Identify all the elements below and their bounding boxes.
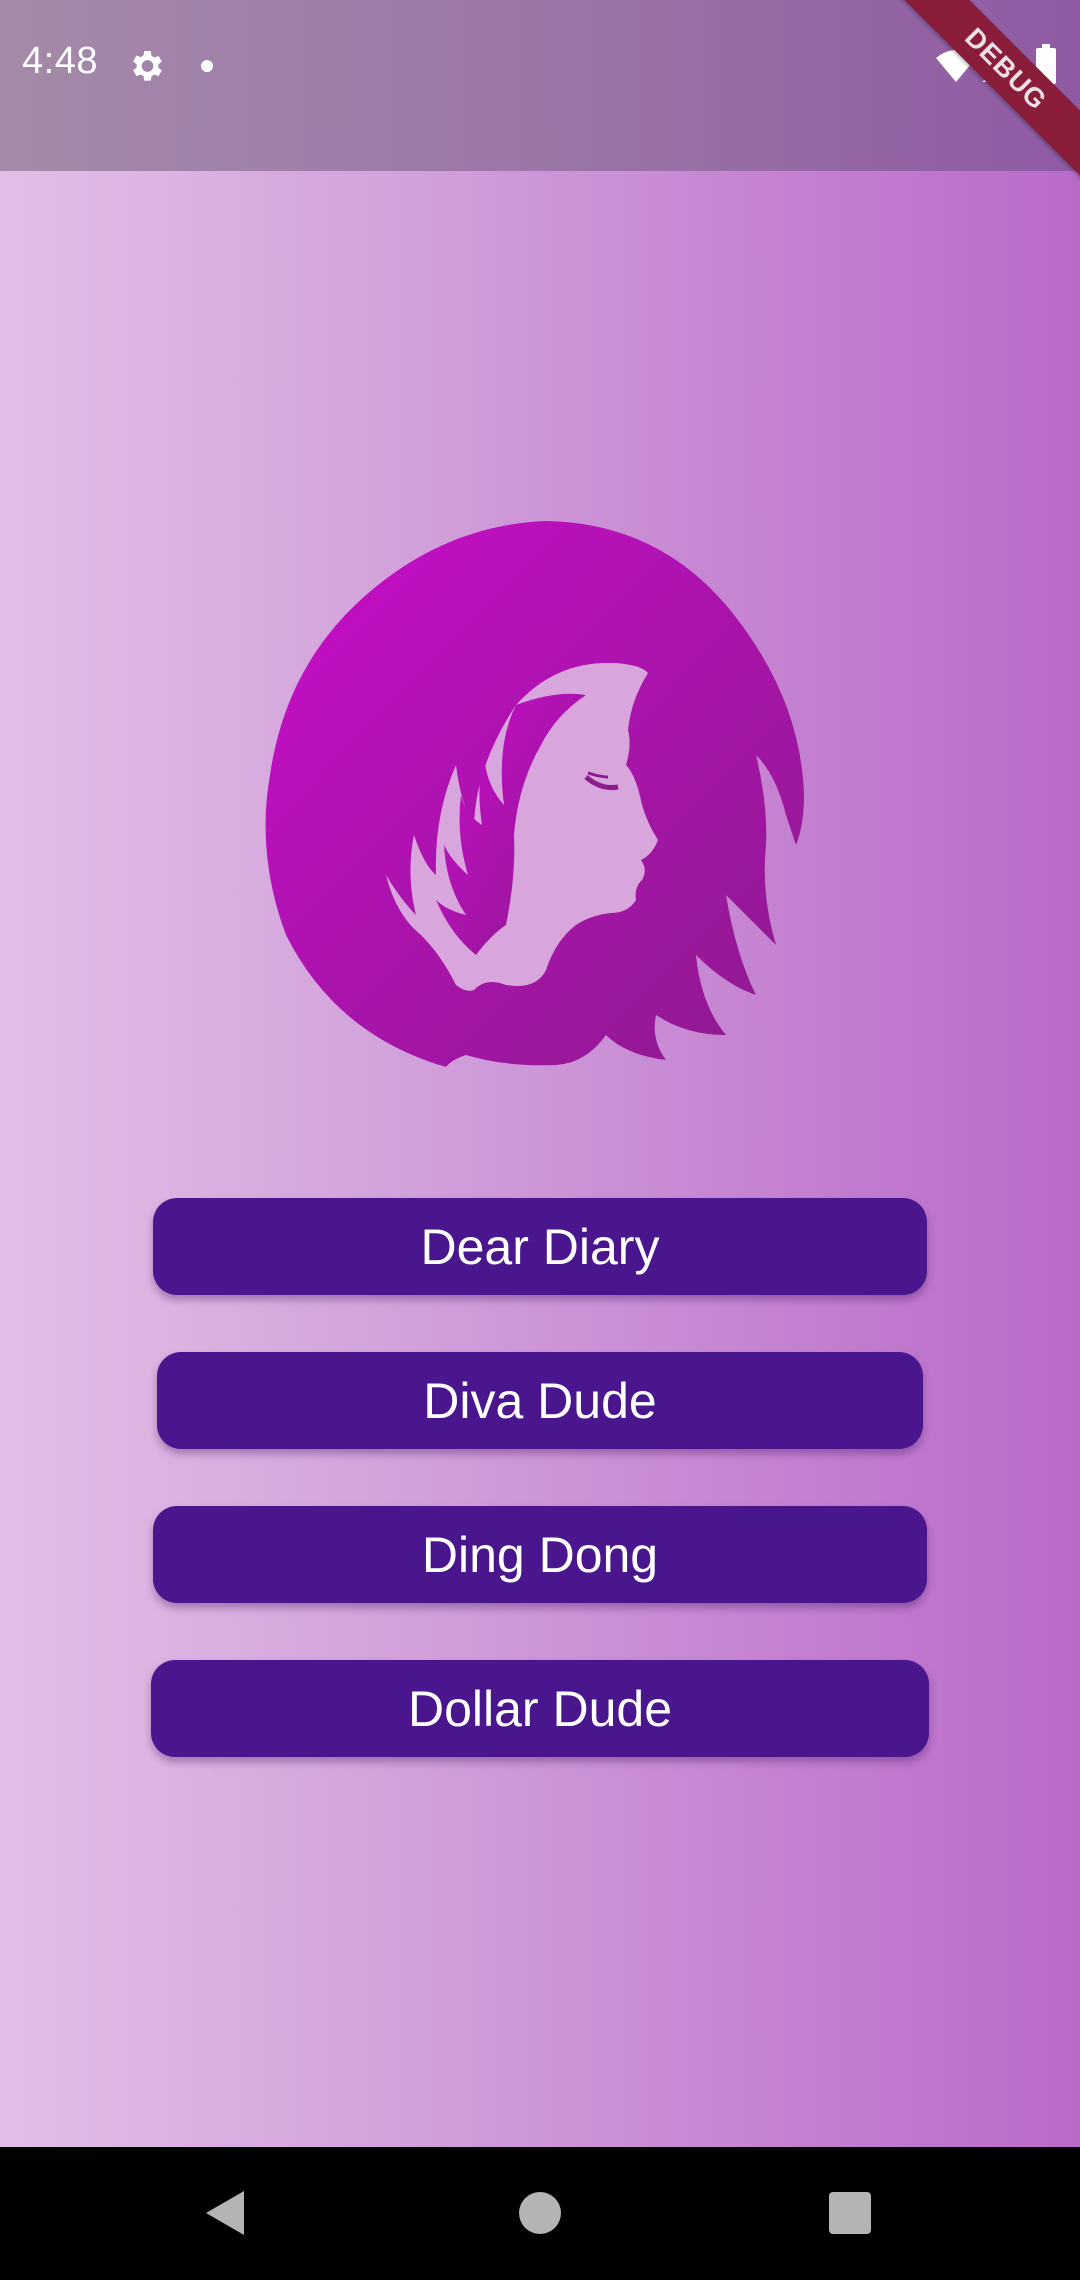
dollar-dude-button[interactable]: Dollar Dude — [151, 1660, 929, 1757]
gear-icon — [126, 46, 166, 86]
status-bar: 4:48 DEBUG — [0, 0, 1080, 192]
recents-icon[interactable] — [829, 2192, 871, 2234]
home-icon[interactable] — [519, 2192, 561, 2234]
back-icon[interactable] — [204, 2189, 246, 2237]
woman-silhouette-logo-icon — [256, 515, 816, 1075]
app-screen: 4:48 DEBUG Dear Diary Diva Dude Ding Don… — [0, 0, 1080, 2280]
status-time: 4:48 — [22, 40, 98, 82]
navigation-bar — [0, 2147, 1080, 2280]
notification-dot-icon — [201, 60, 213, 72]
diva-dude-button[interactable]: Diva Dude — [157, 1352, 923, 1449]
debug-banner: DEBUG — [883, 0, 1080, 192]
dear-diary-button[interactable]: Dear Diary — [153, 1198, 927, 1295]
ding-dong-button[interactable]: Ding Dong — [153, 1506, 927, 1603]
